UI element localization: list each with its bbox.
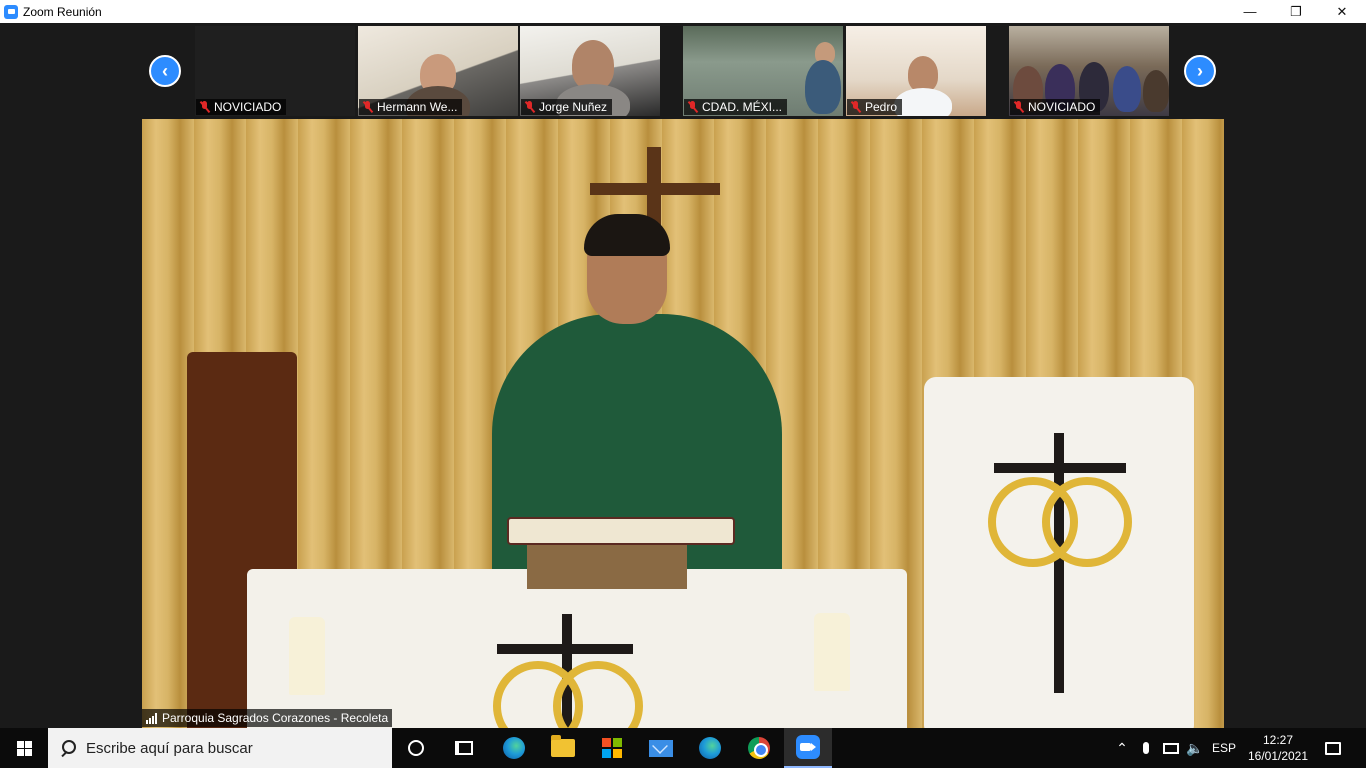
windows-taskbar: ⌃ 🔈 ESP 12:27 16/01/2021 bbox=[0, 728, 1366, 768]
taskbar-app-store[interactable] bbox=[588, 728, 636, 768]
participant-tile[interactable]: Pedro bbox=[846, 26, 986, 116]
speaker-icon: 🔈 bbox=[1186, 739, 1204, 756]
chrome-icon bbox=[748, 737, 770, 759]
muted-mic-icon bbox=[1013, 101, 1024, 113]
volume-tray[interactable]: 🔈 bbox=[1184, 728, 1206, 768]
side-altar-cloth bbox=[924, 377, 1194, 728]
participant-tile[interactable]: Jorge Nuñez bbox=[520, 26, 660, 116]
network-icon bbox=[1163, 742, 1179, 754]
task-view-button[interactable] bbox=[440, 728, 488, 768]
participant-name: Jorge Nuñez bbox=[539, 100, 608, 114]
participant-name: NOVICIADO bbox=[1028, 100, 1096, 114]
taskbar-search[interactable] bbox=[48, 728, 392, 768]
participant-video bbox=[1113, 66, 1141, 112]
task-view-icon bbox=[455, 741, 473, 755]
cross-symbol bbox=[497, 644, 633, 654]
taskbar-app-edge[interactable] bbox=[490, 728, 538, 768]
taskbar-app-chrome[interactable] bbox=[735, 728, 783, 768]
folder-icon bbox=[551, 735, 575, 757]
chevron-up-icon: ⌃ bbox=[1116, 739, 1128, 756]
participant-video bbox=[572, 40, 614, 90]
participant-name: Hermann We... bbox=[377, 100, 458, 114]
cortana-button[interactable] bbox=[392, 728, 440, 768]
edge-icon bbox=[503, 737, 525, 759]
microphone-icon bbox=[1143, 742, 1149, 754]
windows-logo-icon bbox=[16, 740, 32, 756]
edge-icon bbox=[699, 737, 721, 759]
restore-button[interactable]: ❐ bbox=[1273, 0, 1319, 23]
participant-name-label: CDAD. MÉXI... bbox=[684, 99, 788, 115]
participant-name-label: NOVICIADO bbox=[1010, 99, 1101, 115]
gallery-next-button[interactable]: › bbox=[1184, 55, 1216, 87]
minimize-button[interactable]: — bbox=[1227, 0, 1273, 23]
participant-name-label: Pedro bbox=[847, 99, 903, 115]
candle bbox=[289, 617, 325, 695]
chevron-right-icon: › bbox=[1197, 60, 1203, 81]
signal-strength-icon bbox=[146, 712, 157, 724]
taskbar-clock[interactable]: 12:27 16/01/2021 bbox=[1244, 728, 1312, 768]
muted-mic-icon bbox=[362, 101, 373, 113]
muted-mic-icon bbox=[199, 101, 210, 113]
gallery-prev-button[interactable]: ‹ bbox=[149, 55, 181, 87]
notification-icon bbox=[1325, 741, 1341, 755]
missal-book bbox=[507, 517, 735, 545]
participant-gallery-strip: ‹ NOVICIADO Hermann We... Jorge Nuñez CD… bbox=[0, 23, 1366, 119]
network-tray[interactable] bbox=[1160, 728, 1182, 768]
search-input[interactable] bbox=[86, 739, 376, 757]
hearts-emblem bbox=[1042, 477, 1132, 567]
muted-mic-icon bbox=[524, 101, 535, 113]
chevron-left-icon: ‹ bbox=[162, 60, 168, 81]
participant-video bbox=[1143, 70, 1169, 112]
taskbar-app-mail[interactable] bbox=[637, 728, 685, 768]
show-hidden-icons-button[interactable]: ⌃ bbox=[1112, 728, 1132, 768]
participant-name-label: NOVICIADO bbox=[196, 99, 287, 115]
participant-tile[interactable]: Hermann We... bbox=[358, 26, 518, 116]
input-language[interactable]: ESP bbox=[1210, 728, 1238, 768]
participant-name-label: Hermann We... bbox=[359, 99, 463, 115]
window-title: Zoom Reunión bbox=[23, 4, 102, 19]
participant-body bbox=[805, 60, 841, 114]
store-icon bbox=[602, 738, 622, 758]
candle bbox=[814, 613, 850, 691]
participant-name: NOVICIADO bbox=[214, 100, 282, 114]
microphone-tray[interactable] bbox=[1137, 728, 1155, 768]
taskbar-app-file-explorer[interactable] bbox=[539, 728, 587, 768]
participant-name-label: Jorge Nuñez bbox=[521, 99, 613, 115]
participant-tile[interactable]: NOVICIADO bbox=[195, 26, 355, 116]
muted-mic-icon bbox=[687, 101, 698, 113]
speaker-name-label: Parroquia Sagrados Corazones - Recoleta bbox=[142, 709, 393, 727]
cross-symbol bbox=[994, 463, 1126, 473]
participant-name: Pedro bbox=[865, 100, 898, 114]
clock-date: 16/01/2021 bbox=[1247, 749, 1309, 763]
active-speaker-video bbox=[142, 119, 1224, 728]
altar-table bbox=[247, 569, 907, 728]
participant-tile[interactable]: CDAD. MÉXI... bbox=[683, 26, 843, 116]
book-stand bbox=[527, 545, 687, 589]
zoom-app-icon bbox=[4, 4, 18, 19]
participant-video bbox=[908, 56, 938, 92]
crucifix-arm bbox=[590, 183, 720, 195]
cortana-icon bbox=[408, 740, 424, 756]
close-button[interactable]: ✕ bbox=[1319, 0, 1365, 23]
search-icon bbox=[60, 740, 76, 756]
mail-icon bbox=[649, 739, 673, 757]
notifications-button[interactable] bbox=[1318, 728, 1348, 768]
clock-time: 12:27 bbox=[1262, 733, 1294, 747]
zoom-icon bbox=[796, 735, 820, 759]
window-titlebar: Zoom Reunión — ❐ ✕ bbox=[0, 0, 1366, 23]
speaker-name: Parroquia Sagrados Corazones - Recoleta bbox=[162, 711, 389, 725]
participant-name: CDAD. MÉXI... bbox=[702, 100, 783, 114]
muted-mic-icon bbox=[850, 101, 861, 113]
participant-tile[interactable]: NOVICIADO bbox=[1009, 26, 1169, 116]
taskbar-app-edge[interactable] bbox=[686, 728, 734, 768]
taskbar-app-zoom[interactable] bbox=[784, 728, 832, 768]
start-button[interactable] bbox=[0, 728, 48, 768]
participant-body bbox=[894, 88, 952, 116]
